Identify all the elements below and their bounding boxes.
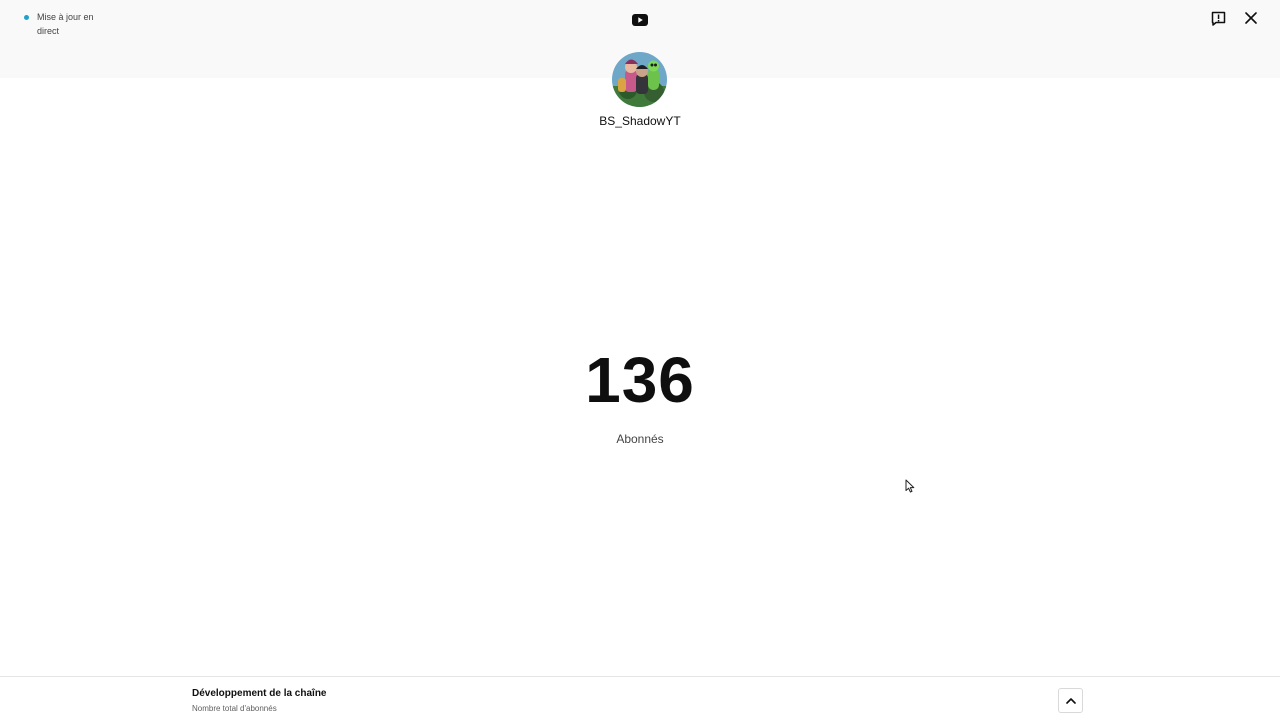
chevron-up-icon bbox=[1065, 698, 1076, 704]
subscriber-count-label: Abonnés bbox=[616, 432, 664, 446]
live-status: Mise à jour en direct bbox=[24, 11, 97, 38]
expand-panel-button[interactable] bbox=[1058, 688, 1083, 713]
feedback-icon bbox=[1211, 11, 1226, 26]
feedback-button[interactable] bbox=[1209, 9, 1228, 28]
mouse-cursor-icon bbox=[905, 479, 915, 493]
channel-growth-panel: Développement de la chaîne Nombre total … bbox=[0, 676, 1280, 720]
subscriber-count: 136 bbox=[585, 344, 695, 416]
channel-name: BS_ShadowYT bbox=[599, 114, 681, 128]
live-subscriber-count-page: Mise à jour en direct BS_ShadowYT 136 Ab… bbox=[0, 0, 1280, 720]
panel-subtitle: Nombre total d'abonnés bbox=[192, 704, 277, 713]
channel-avatar bbox=[612, 52, 667, 107]
live-status-label: Mise à jour en direct bbox=[37, 12, 94, 36]
close-button[interactable] bbox=[1242, 9, 1259, 26]
live-indicator-dot bbox=[24, 15, 29, 20]
panel-title: Développement de la chaîne bbox=[192, 688, 327, 699]
youtube-logo-icon bbox=[632, 13, 648, 26]
close-icon bbox=[1244, 11, 1257, 24]
